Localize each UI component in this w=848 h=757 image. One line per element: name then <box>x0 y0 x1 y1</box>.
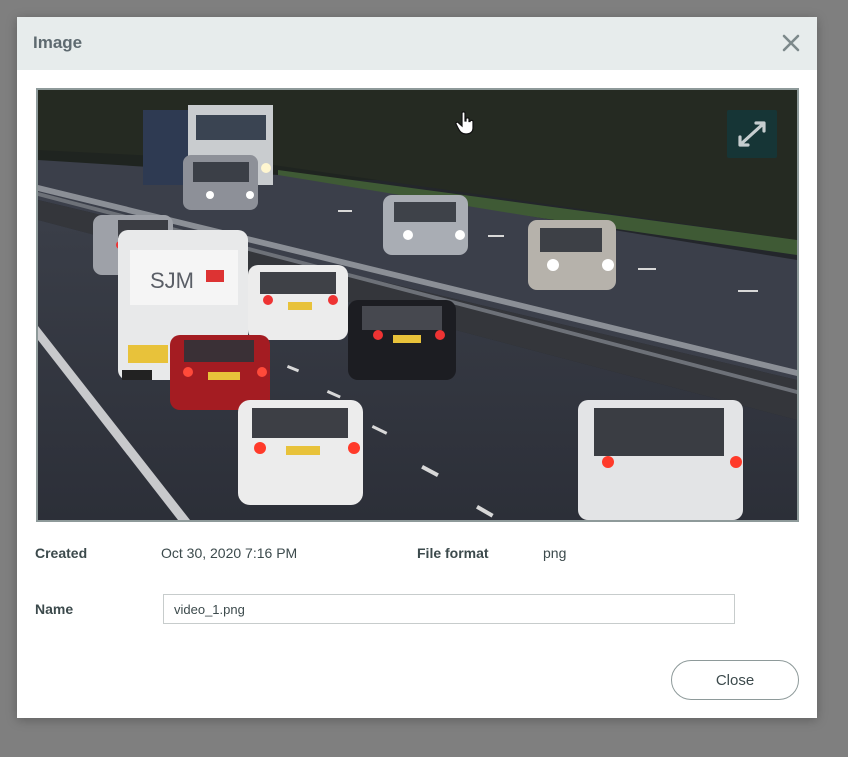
dialog-title: Image <box>33 33 83 52</box>
name-input[interactable] <box>163 594 735 624</box>
expand-button[interactable] <box>727 110 777 158</box>
dialog-header: Image <box>17 17 817 70</box>
hand-cursor-icon <box>455 111 477 135</box>
highway-photo: SJM <box>38 90 797 520</box>
created-label: Created <box>35 545 88 561</box>
created-value: Oct 30, 2020 7:16 PM <box>161 545 298 561</box>
image-dialog: Image SJM Created Oct 30, 2020 7:16 PM F… <box>17 17 817 718</box>
close-icon[interactable] <box>779 31 803 55</box>
close-button[interactable]: Close <box>671 660 799 700</box>
file-format-value: png <box>543 545 567 561</box>
expand-icon <box>738 121 766 147</box>
image-preview: SJM <box>36 88 799 522</box>
van-text: SJM <box>150 268 194 293</box>
file-format-label: File format <box>417 545 489 561</box>
name-label: Name <box>35 601 74 617</box>
